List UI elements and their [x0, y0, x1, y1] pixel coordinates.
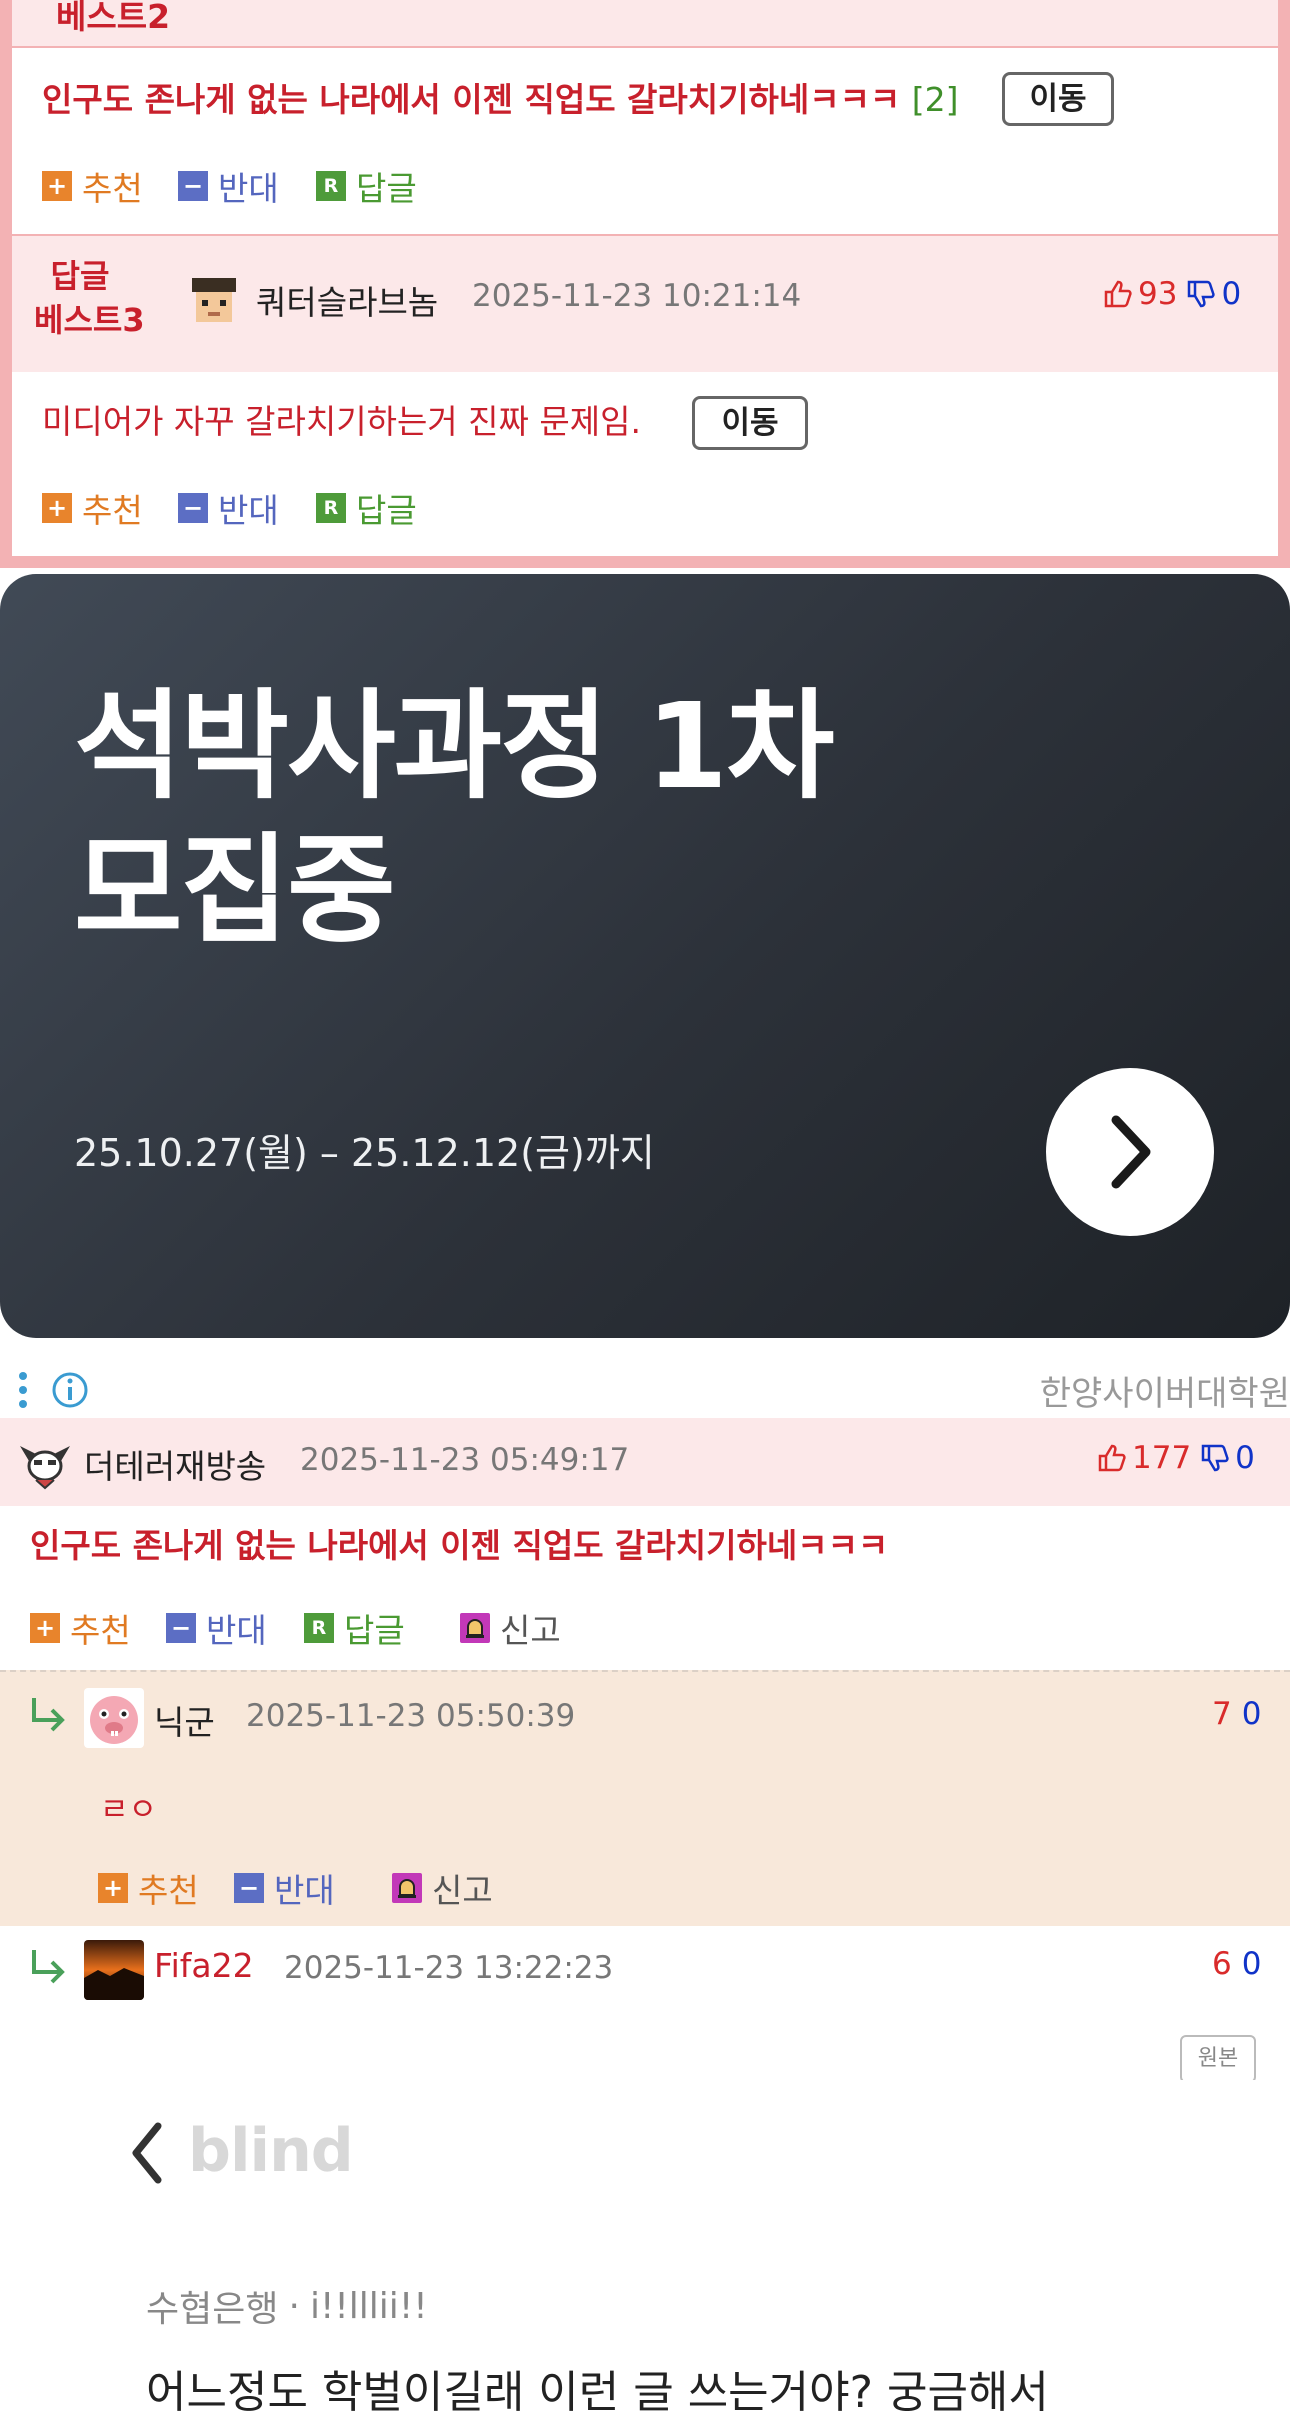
best2-recommend-button[interactable]: + 추천 — [42, 162, 143, 210]
reply-votes: 7 0 — [1212, 1696, 1262, 1732]
comment-date: 2025-11-23 05:49:17 — [300, 1442, 630, 1478]
minus-icon: − — [234, 1873, 264, 1903]
reply-icon: R — [316, 171, 346, 201]
thumbs-up-icon — [1098, 1444, 1126, 1472]
comment-oppose-button[interactable]: − 반대 — [166, 1604, 267, 1652]
avatar[interactable] — [84, 1940, 144, 2000]
minus-icon: − — [166, 1613, 196, 1643]
thumbs-down-icon — [1188, 280, 1216, 308]
plus-icon: + — [30, 1613, 60, 1643]
best3-oppose-button[interactable]: − 반대 — [178, 484, 279, 532]
best2-reply-button[interactable]: R 답글 — [316, 162, 417, 210]
report-bell-icon — [460, 1613, 490, 1643]
ad-next-button[interactable] — [1046, 1068, 1214, 1236]
reply-votes: 6 0 — [1212, 1946, 1262, 1982]
best3-label-line1: 답글 — [50, 257, 110, 295]
report-bell-icon — [392, 1873, 422, 1903]
minus-icon: − — [178, 493, 208, 523]
best3-header: 답글 베스트3 쿼터슬라브놈 2025-11-23 10:21:14 93 0 — [12, 236, 1278, 372]
best-replies-section: 베스트2 인구도 존나게 없는 나라에서 이젠 직업도 갈라치기하네ㅋㅋㅋ [2… — [0, 0, 1290, 568]
avatar[interactable] — [14, 1432, 76, 1494]
plus-icon: + — [42, 171, 72, 201]
best3-label-line2: 베스트3 — [34, 301, 145, 339]
blind-company: 수협은행 — [146, 2289, 279, 2330]
best3-votes: 93 0 — [1102, 276, 1241, 312]
comment-votes: 177 0 — [1096, 1440, 1255, 1476]
comment-nickname[interactable]: 더테러재방송 — [84, 1440, 266, 1488]
comment-recommend-button[interactable]: + 추천 — [30, 1604, 131, 1652]
comment-reply-button[interactable]: R 답글 — [304, 1604, 405, 1652]
reply-report-button[interactable]: 신고 — [392, 1864, 493, 1912]
blind-user-id: i!!lllii!! — [309, 2285, 428, 2327]
comment-header: 더테러재방송 2025-11-23 05:49:17 177 0 — [0, 1418, 1290, 1506]
best2-label: 베스트2 — [56, 0, 171, 36]
info-icon[interactable] — [50, 1370, 90, 1410]
reply-date: 2025-11-23 05:50:39 — [246, 1698, 576, 1734]
blind-logo: blind — [188, 2116, 354, 2186]
comment-text: 인구도 존나게 없는 나라에서 이젠 직업도 갈라치기하네ㅋㅋㅋ — [30, 1526, 889, 1565]
back-chevron-icon — [132, 2122, 162, 2184]
minus-icon: − — [178, 171, 208, 201]
thumbs-up-icon — [1104, 280, 1132, 308]
reply-nickname[interactable]: Fifa22 — [154, 1946, 254, 1985]
reply-arrow-icon — [32, 1950, 65, 1984]
best2-header-partial: 베스트2 — [12, 0, 1278, 46]
best3-reply-button[interactable]: R 답글 — [316, 484, 417, 532]
reply-date: 2025-11-23 13:22:23 — [284, 1950, 614, 1986]
reply-item: 닉군 2025-11-23 05:50:39 7 0 ㄹㅇ + 추천 − 반대 … — [0, 1670, 1290, 1928]
best2-oppose-button[interactable]: − 반대 — [178, 162, 279, 210]
best3-move-button[interactable]: 이동 — [692, 396, 808, 450]
reply-text: ㄹㅇ — [100, 1792, 158, 1828]
best3-recommend-button[interactable]: + 추천 — [42, 484, 143, 532]
more-options-icon[interactable] — [18, 1370, 28, 1410]
avatar[interactable] — [184, 270, 244, 330]
best3-date: 2025-11-23 10:21:14 — [472, 278, 802, 314]
blind-headline: 어느정도 학벌이길래 이런 글 쓰는거야? 궁금해서 — [146, 2367, 1049, 2418]
reply-nickname[interactable]: 닉군 — [154, 1696, 215, 1744]
original-image-button[interactable]: 원본 — [1180, 2035, 1256, 2083]
blind-author-line: 수협은행 · i!!lllii!! — [146, 2280, 428, 2332]
best2-body: 인구도 존나게 없는 나라에서 이젠 직업도 갈라치기하네ㅋㅋㅋ [2] 이동 … — [12, 48, 1278, 234]
ad-subtitle: 25.10.27(월) – 25.12.12(금)까지 — [74, 1131, 655, 1175]
reply-icon: R — [304, 1613, 334, 1643]
reply-icon: R — [316, 493, 346, 523]
best3-nickname[interactable]: 쿼터슬라브놈 — [256, 276, 438, 324]
ad-title: 석박사과정 1차 모집중 — [74, 677, 835, 959]
best3-text: 미디어가 자꾸 갈라치기하는거 진짜 문제임. — [42, 402, 641, 441]
chevron-right-icon — [1111, 1115, 1151, 1189]
ad-banner[interactable]: 석박사과정 1차 모집중 25.10.27(월) – 25.12.12(금)까지 — [0, 574, 1290, 1338]
reply-recommend-button[interactable]: + 추천 — [98, 1864, 199, 1912]
attached-image[interactable]: blind 수협은행 · i!!lllii!! 어느정도 학벌이길래 이런 글 … — [98, 2080, 1290, 2433]
plus-icon: + — [42, 493, 72, 523]
ad-advertiser[interactable]: 한양사이버대학원 — [1040, 1366, 1290, 1415]
best2-text: 인구도 존나게 없는 나라에서 이젠 직업도 갈라치기하네ㅋㅋㅋ — [42, 80, 901, 119]
comment-report-button[interactable]: 신고 — [460, 1604, 561, 1652]
avatar[interactable] — [84, 1688, 144, 1748]
best2-reply-count[interactable]: [2] — [912, 80, 959, 119]
reply-oppose-button[interactable]: − 반대 — [234, 1864, 335, 1912]
best3-body: 미디어가 자꾸 갈라치기하는거 진짜 문제임. 이동 + 추천 − 반대 R 답… — [12, 372, 1278, 556]
plus-icon: + — [98, 1873, 128, 1903]
best2-move-button[interactable]: 이동 — [1002, 72, 1114, 126]
reply-arrow-icon — [32, 1698, 65, 1732]
thumbs-down-icon — [1201, 1444, 1229, 1472]
